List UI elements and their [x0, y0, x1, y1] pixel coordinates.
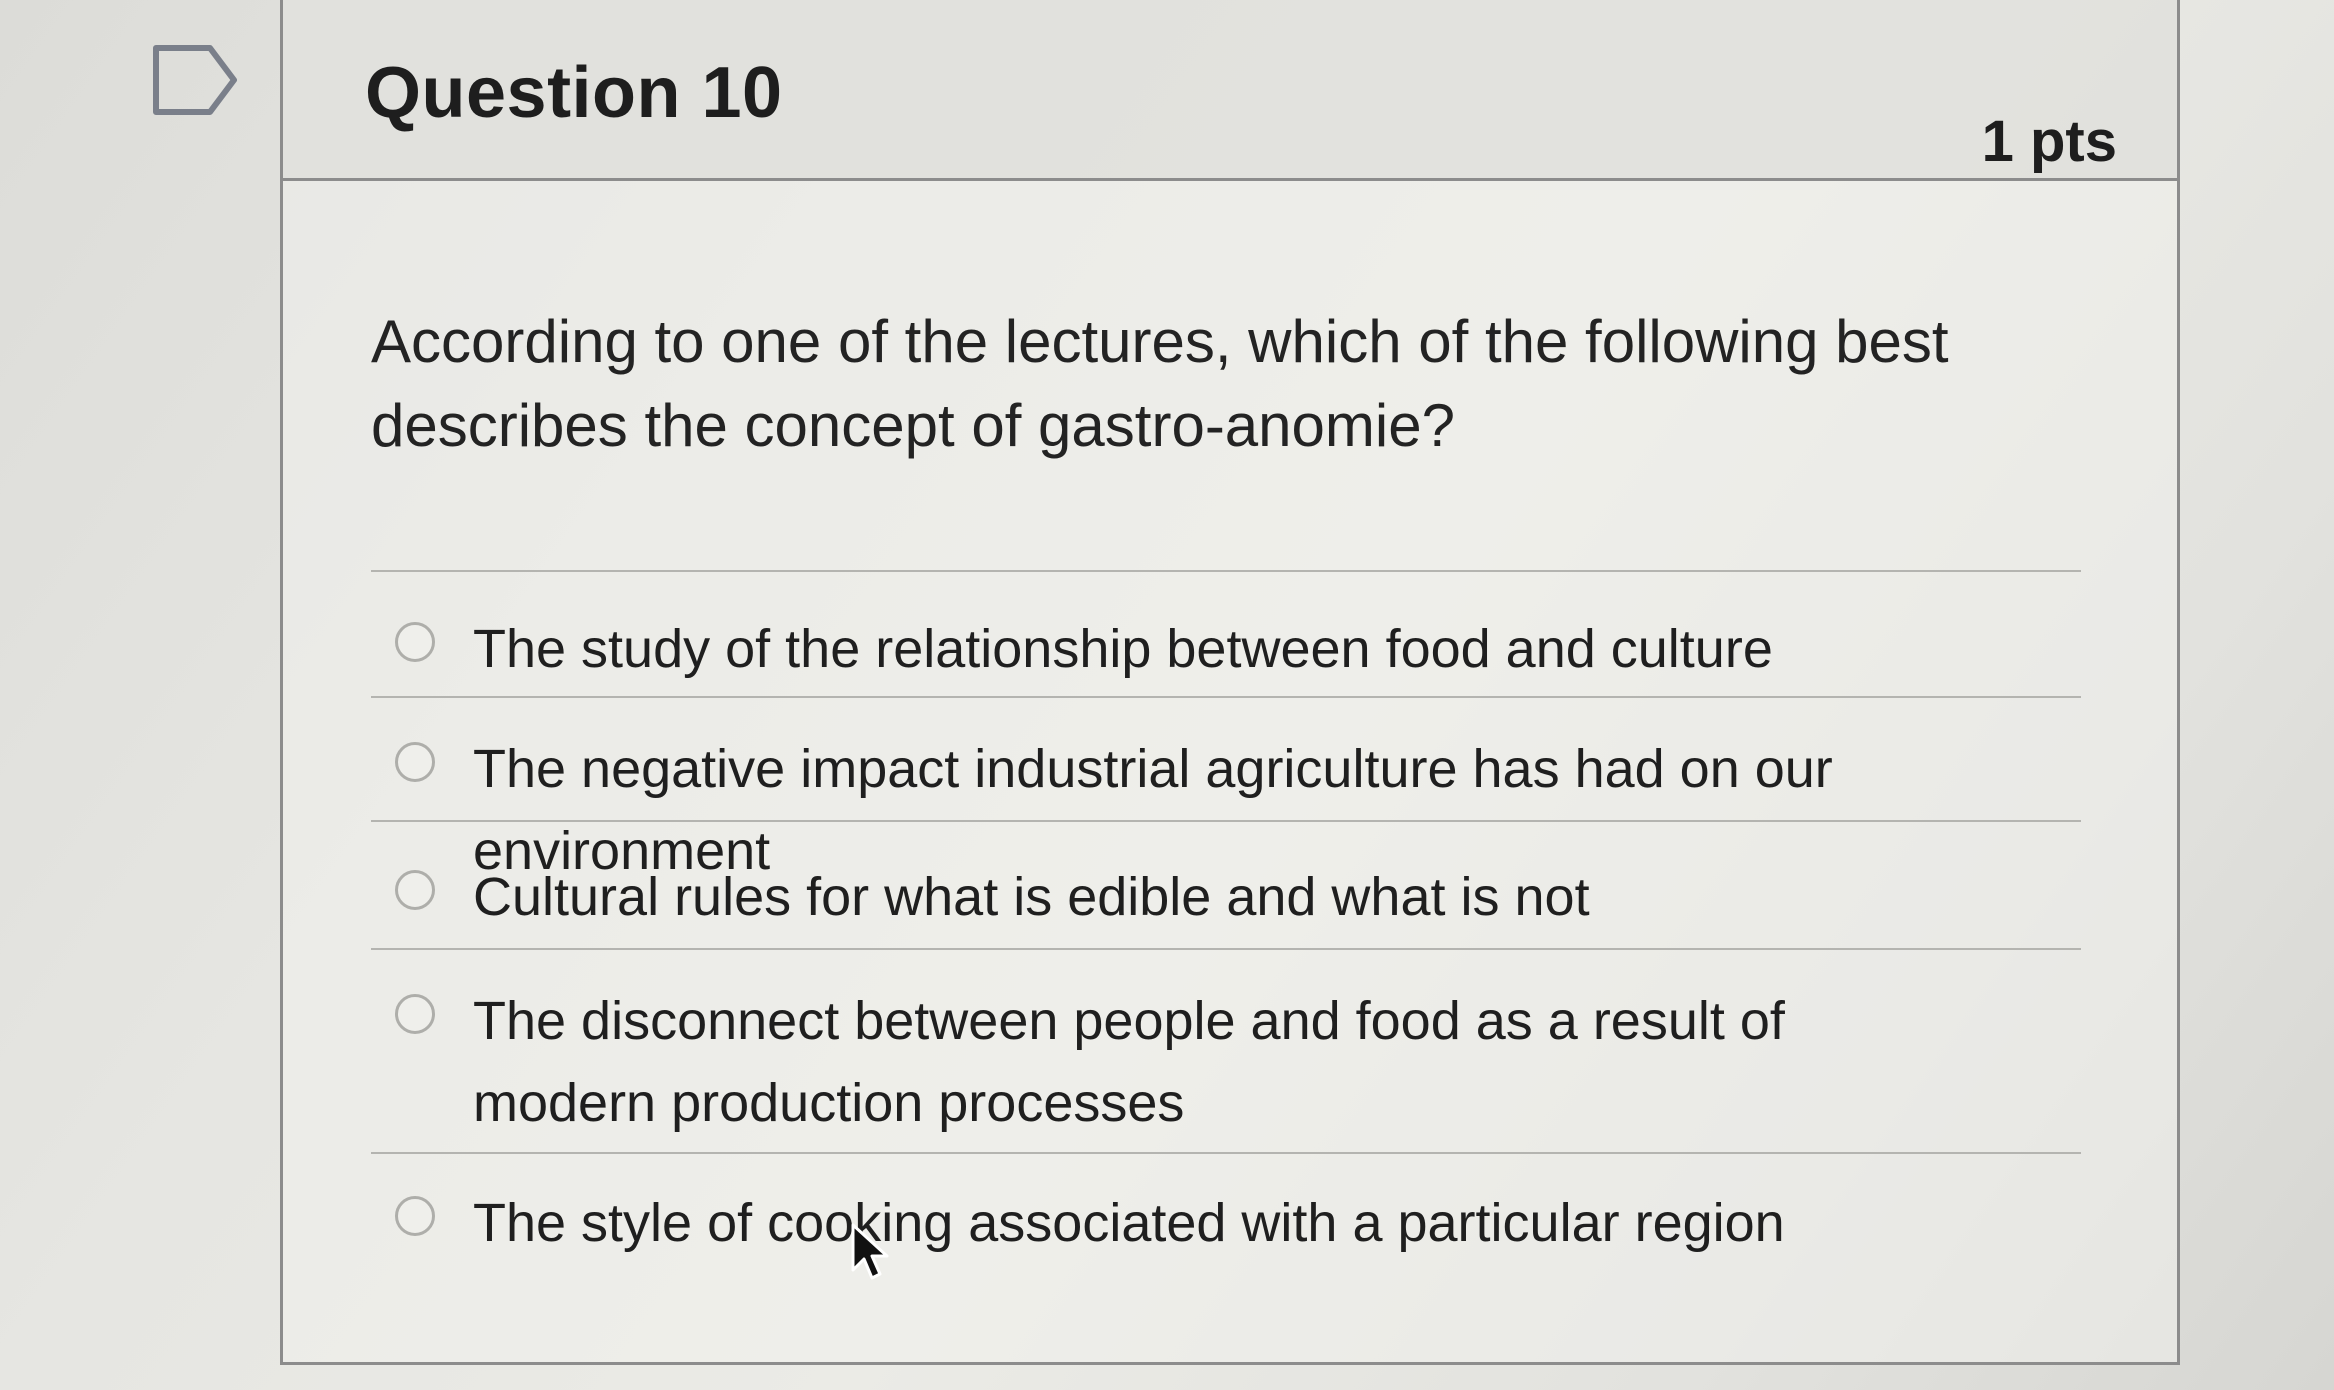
mouse-cursor-icon	[851, 1223, 889, 1280]
radio-button[interactable]	[395, 622, 435, 662]
radio-button[interactable]	[395, 1196, 435, 1236]
answer-option-5[interactable]: The style of cooking associated with a p…	[395, 1182, 2035, 1264]
question-text: According to one of the lectures, which …	[371, 308, 1949, 459]
radio-button[interactable]	[395, 870, 435, 910]
answer-label[interactable]: The style of cooking associated with a p…	[473, 1182, 1785, 1264]
flag-question-icon[interactable]	[150, 42, 240, 118]
answer-option-3[interactable]: Cultural rules for what is edible and wh…	[395, 856, 2035, 938]
divider	[371, 948, 2081, 950]
answer-label[interactable]: Cultural rules for what is edible and wh…	[473, 856, 1590, 938]
question-card: Question 10 1 pts According to one of th…	[280, 0, 2180, 1365]
answer-label[interactable]: The disconnect between people and food a…	[473, 980, 1955, 1144]
answer-label[interactable]: The study of the relationship between fo…	[473, 608, 1773, 690]
answer-option-4[interactable]: The disconnect between people and food a…	[395, 980, 1955, 1144]
question-header: Question 10 1 pts	[283, 0, 2177, 181]
question-points: 1 pts	[1981, 109, 2117, 174]
divider	[371, 570, 2081, 572]
divider	[371, 696, 2081, 698]
radio-button[interactable]	[395, 742, 435, 782]
divider	[371, 820, 2081, 822]
question-title: Question 10	[365, 53, 783, 133]
radio-button[interactable]	[395, 994, 435, 1034]
answer-option-1[interactable]: The study of the relationship between fo…	[395, 608, 2035, 690]
divider	[371, 1152, 2081, 1154]
